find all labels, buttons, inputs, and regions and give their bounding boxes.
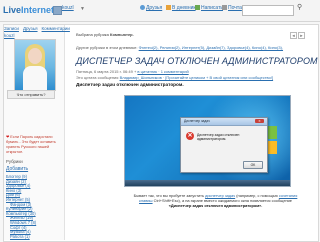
pencil-icon (195, 5, 200, 10)
nav-mail[interactable]: Почта (222, 5, 242, 11)
taskbar (125, 180, 290, 186)
quote-source-links[interactable]: Владимир_Шильников · [Прочитайте целиком… (120, 75, 274, 80)
avatar[interactable] (53, 6, 62, 15)
category-item[interactable]: Работа (1) (6, 234, 62, 240)
post-body: Бывает так, что вы пробуете запустить ди… (133, 193, 298, 209)
error-icon: ✕ (186, 132, 194, 140)
pager-arrows: ◄ ► (289, 32, 305, 39)
page-title[interactable]: ДИСПЕТЧЕР ЗАДАЧ ОТКЛЮЧЕН АДМИНИСТРАТОРОМ (76, 56, 318, 66)
top-bar: LiveInternet kouzl ▼ Друзья В дневник На… (0, 0, 320, 22)
diary-icon (166, 5, 171, 10)
chevron-down-icon[interactable]: ▼ (80, 6, 85, 12)
nav-friends[interactable]: Друзья (140, 5, 162, 11)
quote-source: Это цитата сообщения Владимир_Шильников … (76, 75, 274, 80)
sidebar-link-friends[interactable]: Друзья (23, 26, 38, 31)
nav-write[interactable]: Написать (195, 5, 223, 11)
sidebar-section-label: Рубрики (6, 159, 23, 164)
ok-button[interactable]: OK (243, 161, 263, 169)
category-list: Блоггер (9) Дизайн (2) Здоровье (4) Кино… (6, 174, 62, 240)
dialog-message: Диспетчер задач отключен администратором… (197, 133, 240, 141)
close-icon[interactable]: ✕ (255, 119, 264, 123)
next-arrow-icon[interactable]: ► (298, 32, 305, 39)
site-logo[interactable]: LiveInternet (3, 5, 54, 15)
sidebar-link-posts[interactable]: Записи (4, 26, 19, 31)
search-icon[interactable]: ⚲ (297, 3, 302, 11)
search-input[interactable] (242, 5, 294, 16)
prev-arrow-icon[interactable]: ◄ (290, 32, 297, 39)
post-meta: Пятница, 6 марта 2015 г. 06:49 + в цитат… (76, 69, 189, 74)
breadcrumb: Выбрана рубрика Компьютер. (76, 32, 134, 37)
nav-diary[interactable]: В дневник (166, 5, 196, 11)
post-caption: Диспетчер задач отключен администратором… (76, 82, 184, 87)
other-categories-links[interactable]: Фэнтезі(2), Религия(2), Интернет(5), Диз… (139, 45, 283, 50)
sidebar-user-link[interactable]: kouzl (4, 33, 15, 38)
sidebar-top-links: Записи Друзья Комментарии (4, 26, 74, 31)
sidebar-link-comments[interactable]: Комментарии (42, 26, 70, 31)
sidebar-notice[interactable]: ❤ Если Пароль кадостали бумать - Это буд… (6, 135, 62, 155)
error-dialog: Диспетчер задач ✕ ✕ Диспетчер задач откл… (180, 117, 268, 173)
mail-icon (222, 5, 227, 10)
online-button[interactable]: Что отправить? (7, 90, 55, 99)
post-meta-links[interactable]: в цитатник · 1 комментарий (137, 69, 188, 74)
add-category-link[interactable]: Добавить (6, 166, 28, 172)
user-link[interactable]: kouzl (62, 5, 74, 11)
friends-icon (140, 5, 145, 10)
dialog-title: Диспетчер задач (184, 119, 210, 123)
heart-icon: ❤ (6, 135, 10, 139)
profile-photo[interactable] (14, 39, 56, 91)
other-categories: Другие рубрики в этом дневнике: Фэнтезі(… (76, 45, 284, 50)
